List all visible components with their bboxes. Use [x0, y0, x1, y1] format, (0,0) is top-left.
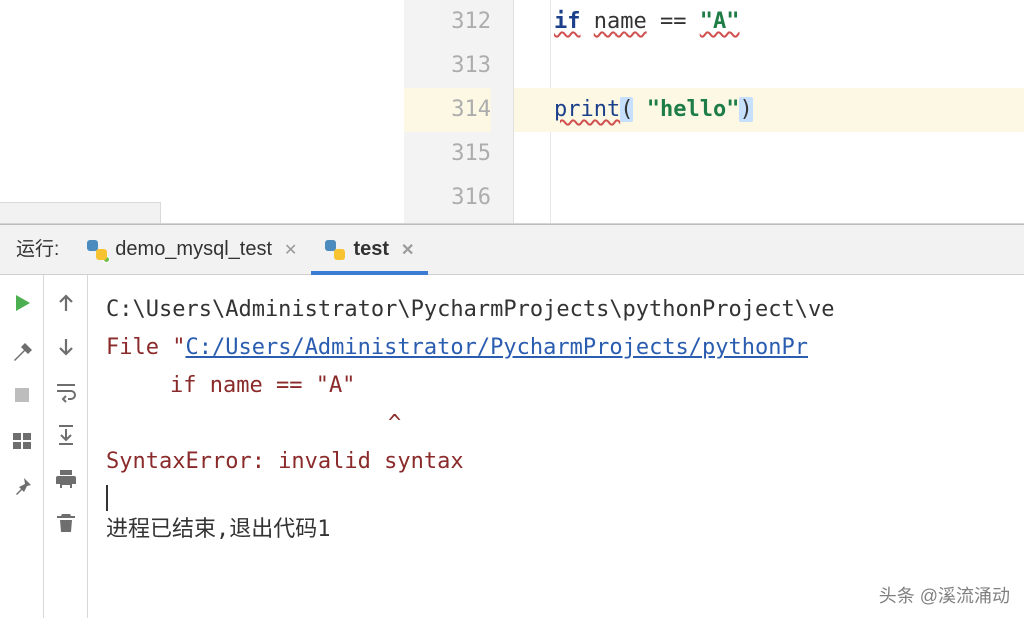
- code-line[interactable]: [514, 176, 1024, 196]
- line-number: 316: [404, 176, 491, 220]
- python-icon: [87, 240, 107, 260]
- layout-button[interactable]: [10, 429, 34, 453]
- run-label: 运行:: [0, 225, 73, 274]
- scroll-to-end-button[interactable]: [54, 423, 78, 447]
- line-number: 313: [404, 44, 491, 88]
- print-button[interactable]: [54, 467, 78, 491]
- stop-button[interactable]: [10, 383, 34, 407]
- console-caret: ^: [106, 405, 1024, 443]
- run-panel: 运行: demo_mysql_test ✕ test ✕: [0, 224, 1024, 618]
- file-link[interactable]: C:/Users/Administrator/PycharmProjects/p…: [185, 335, 808, 360]
- line-number: 314: [404, 88, 491, 132]
- console-code-echo: if name == "A": [106, 367, 1024, 405]
- console-file-line: File "C:/Users/Administrator/PycharmProj…: [106, 329, 1024, 367]
- soft-wrap-button[interactable]: [54, 379, 78, 403]
- python-icon: [325, 240, 345, 260]
- code-line[interactable]: [514, 44, 1024, 88]
- text-cursor: [106, 485, 108, 511]
- run-tab-test[interactable]: test ✕: [311, 225, 428, 274]
- line-gutter: 312 313 314 315 316: [404, 0, 514, 223]
- run-tab-label: demo_mysql_test: [115, 238, 272, 261]
- editor-pane: 312 313 314 315 316 if name == "A" print…: [0, 0, 1024, 224]
- code-line[interactable]: [514, 132, 1024, 176]
- line-number: 312: [404, 0, 491, 44]
- settings-button[interactable]: [10, 337, 34, 361]
- run-tab-label: test: [353, 238, 389, 261]
- console-command-line: C:\Users\Administrator\PycharmProjects\p…: [106, 291, 1024, 329]
- line-number: 315: [404, 132, 491, 176]
- trash-button[interactable]: [54, 511, 78, 535]
- close-icon[interactable]: ✕: [284, 240, 297, 260]
- code-line[interactable]: print( "hello"): [514, 88, 1024, 132]
- console-cursor-line: [106, 481, 1024, 511]
- console-output[interactable]: C:\Users\Administrator\PycharmProjects\p…: [88, 275, 1024, 618]
- console-exit-line: 进程已结束,退出代码1: [106, 511, 1024, 549]
- pin-button[interactable]: [10, 475, 34, 499]
- rerun-button[interactable]: [10, 291, 34, 315]
- close-icon[interactable]: ✕: [401, 240, 414, 260]
- run-tool-column-primary: [0, 275, 44, 618]
- console-error: SyntaxError: invalid syntax: [106, 443, 1024, 481]
- run-tool-column-secondary: [44, 275, 88, 618]
- run-tab-demo-mysql-test[interactable]: demo_mysql_test ✕: [73, 225, 311, 274]
- code-area[interactable]: if name == "A" print( "hello"): [514, 0, 1024, 223]
- scroll-down-button[interactable]: [54, 335, 78, 359]
- scroll-up-button[interactable]: [54, 291, 78, 315]
- code-editor[interactable]: 312 313 314 315 316 if name == "A" print…: [404, 0, 1024, 223]
- code-line[interactable]: if name == "A": [514, 0, 1024, 44]
- editor-left-spacer: [0, 0, 404, 223]
- run-tabs-bar: 运行: demo_mysql_test ✕ test ✕: [0, 225, 1024, 275]
